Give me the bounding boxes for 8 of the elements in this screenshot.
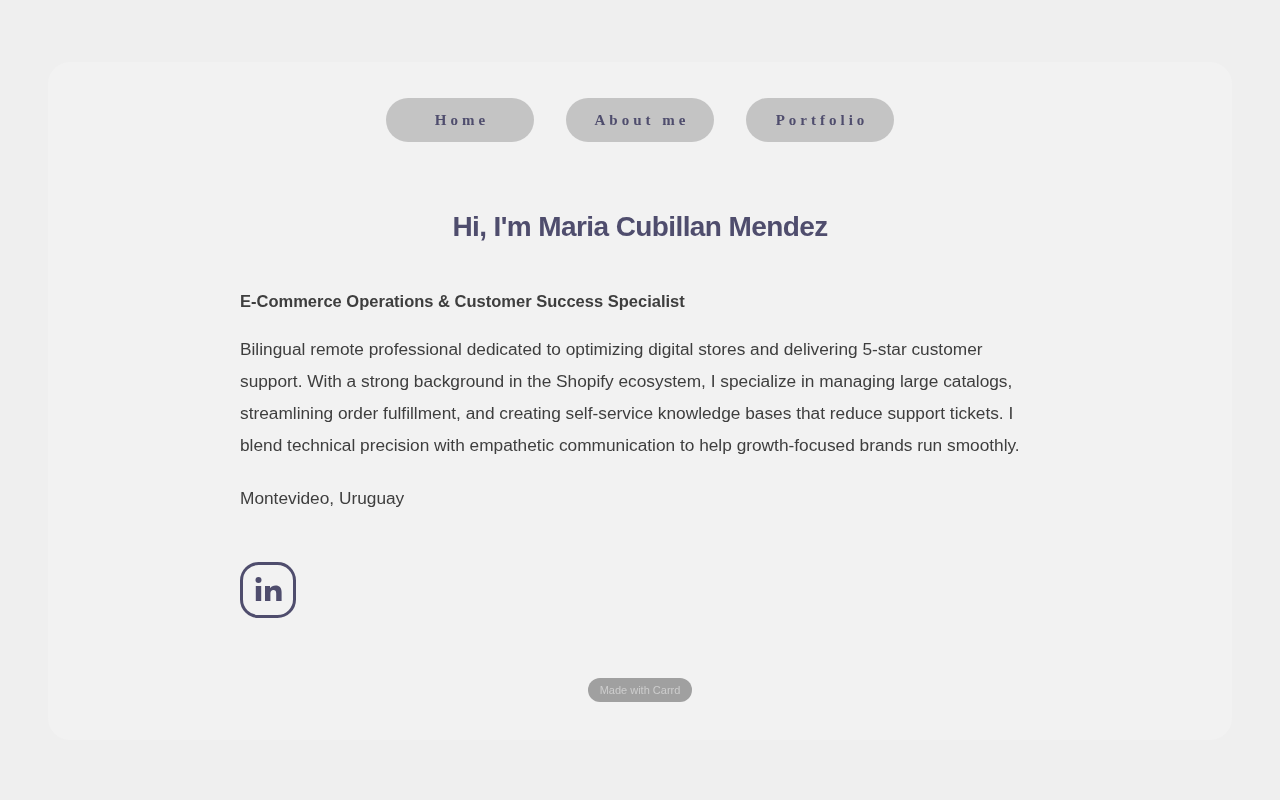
- nav-button[interactable]: About me: [566, 98, 714, 142]
- subtitle-text: E-Commerce Operations & Customer Success Specialist: [240, 290, 686, 312]
- nav-button[interactable]: Home: [386, 98, 534, 142]
- linkedin-icon[interactable]: [240, 561, 296, 618]
- page-heading: Hi, I'm Maria Cubillan Mendez: [451, 210, 829, 244]
- nav-button[interactable]: Portfolio: [746, 98, 894, 142]
- location-text: Montevideo, Uruguay: [240, 486, 406, 510]
- bio-paragraph: Bilingual remote professional dedicated to optimizing digital stores and delivering 5-star customer support. With a strong background in the Shopify ecosystem, I specialize in managing large catalogs, streamlining order fulfillment, and creating self-service knowledge bases that reduce support tickets. I blend technical precision with empathetic communication to help growth-focused brands run smoothly.: [240, 337, 1021, 457]
